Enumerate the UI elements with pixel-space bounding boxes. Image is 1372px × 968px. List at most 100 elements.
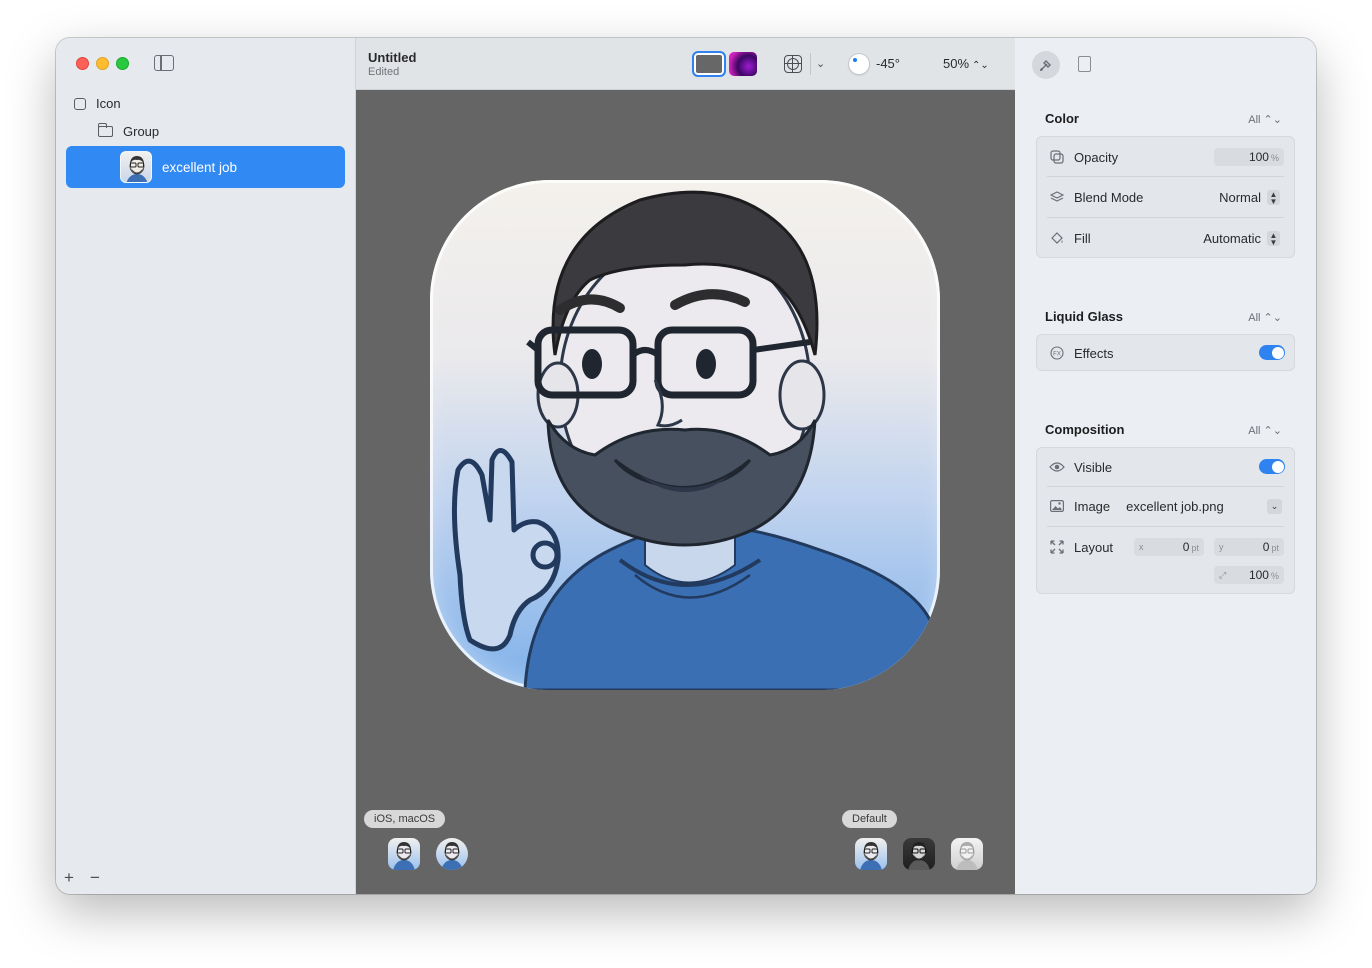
toolbar: Untitled Edited ⌄ -45° 50% ⌃⌄ bbox=[356, 38, 1015, 90]
platform-label: iOS, macOS bbox=[364, 810, 446, 828]
opacity-row: Opacity 100% bbox=[1037, 147, 1294, 167]
eye-icon bbox=[1049, 459, 1065, 475]
section-title-color: Color bbox=[1045, 111, 1079, 126]
popup-arrows-icon: ▲ ▼ bbox=[1267, 230, 1280, 246]
fill-label: Fill bbox=[1074, 230, 1091, 246]
tree-item-label: excellent job bbox=[162, 159, 238, 175]
remove-layer-button[interactable]: − bbox=[90, 868, 100, 888]
fill-popup[interactable]: Automatic ▲ ▼ bbox=[1203, 230, 1280, 246]
opacity-unit: % bbox=[1270, 153, 1279, 163]
layout-row: Layout x 0 pt y 0 pt bbox=[1037, 537, 1294, 557]
document-status: Edited bbox=[368, 66, 400, 78]
light-angle-knob[interactable] bbox=[849, 54, 869, 74]
opacity-label: Opacity bbox=[1074, 149, 1119, 165]
tree-item-group[interactable]: Group bbox=[97, 123, 160, 139]
sidebar: Icon Group excellent job + − bbox=[56, 38, 356, 894]
divider bbox=[1047, 526, 1284, 527]
fill-row: Fill Automatic ▲ ▼ bbox=[1037, 228, 1294, 248]
image-icon bbox=[1049, 498, 1065, 514]
zoom-arrows-icon: ⌃⌄ bbox=[972, 60, 989, 71]
scale-value: 100 bbox=[1248, 568, 1269, 582]
brush-icon[interactable] bbox=[1032, 51, 1060, 79]
popup-arrows-icon: ▲ ▼ bbox=[1267, 189, 1280, 205]
blend-mode-row: Blend Mode Normal ▲ ▼ bbox=[1037, 187, 1294, 207]
portrait-illustration bbox=[451, 190, 940, 690]
tree-item-layer-selected[interactable]: excellent job bbox=[66, 146, 345, 188]
preview-tinted-thumbnail[interactable] bbox=[951, 838, 983, 870]
opacity-field[interactable]: 100% bbox=[1214, 148, 1284, 166]
folder-icon bbox=[97, 123, 113, 137]
layout-scale-field[interactable]: ⤢ 100% bbox=[1214, 566, 1284, 584]
chevron-down-icon[interactable]: ⌄ bbox=[1267, 499, 1282, 514]
composition-scope-popup[interactable]: All ⌃⌄ bbox=[1248, 424, 1282, 437]
visible-toggle[interactable] bbox=[1259, 459, 1285, 474]
light-angle-value: -45° bbox=[876, 56, 900, 71]
blend-mode-value: Normal bbox=[1219, 189, 1261, 205]
opacity-icon bbox=[1049, 149, 1065, 165]
effects-toggle[interactable] bbox=[1259, 345, 1285, 360]
visible-label: Visible bbox=[1074, 459, 1113, 475]
tree-item-label: Group bbox=[123, 124, 160, 139]
fx-icon: FX bbox=[1049, 345, 1065, 361]
layers-icon bbox=[1049, 189, 1065, 205]
preview-macos-thumbnail[interactable] bbox=[436, 838, 468, 870]
divider bbox=[1047, 486, 1284, 487]
preview-dark-thumbnail[interactable] bbox=[903, 838, 935, 870]
sidebar-footer: + − bbox=[64, 868, 100, 888]
tree-item-label: Icon bbox=[96, 96, 121, 111]
image-label: Image bbox=[1074, 498, 1111, 514]
color-card: Opacity 100% Blend Mode Normal ▲ ▼ Fill … bbox=[1036, 136, 1295, 258]
background-gray-swatch[interactable] bbox=[692, 51, 726, 77]
layer-thumbnail bbox=[120, 151, 152, 183]
preview-ios-thumbnail[interactable] bbox=[388, 838, 420, 870]
document-title: Untitled bbox=[368, 50, 417, 65]
effects-label: Effects bbox=[1074, 345, 1114, 361]
x-unit: pt bbox=[1191, 543, 1199, 553]
section-title-composition: Composition bbox=[1045, 422, 1125, 437]
fill-value: Automatic bbox=[1203, 230, 1261, 246]
tree-item-icon[interactable]: Icon bbox=[74, 96, 121, 111]
blend-mode-popup[interactable]: Normal ▲ ▼ bbox=[1219, 189, 1280, 205]
effects-row: FX Effects bbox=[1037, 343, 1294, 363]
chevron-down-icon[interactable]: ⌄ bbox=[816, 57, 825, 70]
x-label: x bbox=[1139, 542, 1144, 552]
layout-y-field[interactable]: y 0 pt bbox=[1214, 538, 1284, 556]
grid-icon[interactable] bbox=[784, 55, 802, 73]
icon-preview bbox=[430, 180, 940, 690]
opacity-value: 100 bbox=[1248, 150, 1269, 164]
liquid-glass-scope-popup[interactable]: All ⌃⌄ bbox=[1248, 311, 1282, 324]
add-layer-button[interactable]: + bbox=[64, 868, 74, 888]
blend-mode-label: Blend Mode bbox=[1074, 189, 1144, 205]
layout-label: Layout bbox=[1074, 539, 1114, 555]
visible-row: Visible bbox=[1037, 457, 1294, 477]
composition-card: Visible Image excellent job.png ⌄ Layout bbox=[1036, 447, 1295, 594]
inspector-panel: Color All ⌃⌄ Opacity 100% Blend Mode Nor… bbox=[1015, 38, 1316, 894]
minimize-window-button[interactable] bbox=[96, 57, 109, 70]
image-row: Image excellent job.png ⌄ bbox=[1037, 496, 1294, 516]
app-window: Icon Group excellent job + − Untitled Ed… bbox=[56, 38, 1316, 894]
toolbar-separator bbox=[810, 53, 811, 75]
y-value: 0 bbox=[1262, 540, 1270, 554]
close-window-button[interactable] bbox=[76, 57, 89, 70]
liquid-glass-card: FX Effects bbox=[1036, 334, 1295, 371]
section-title-liquid-glass: Liquid Glass bbox=[1045, 309, 1124, 324]
scale-arrow-icon: ⤢ bbox=[1219, 570, 1227, 580]
zoom-popup[interactable]: 50% ⌃⌄ bbox=[943, 56, 989, 71]
zoom-window-button[interactable] bbox=[116, 57, 129, 70]
y-unit: pt bbox=[1271, 543, 1279, 553]
scale-unit: % bbox=[1270, 571, 1279, 581]
x-value: 0 bbox=[1182, 540, 1190, 554]
document-icon[interactable] bbox=[1078, 56, 1091, 72]
y-label: y bbox=[1219, 542, 1224, 552]
layout-x-field[interactable]: x 0 pt bbox=[1134, 538, 1204, 556]
preview-default-thumbnail[interactable] bbox=[855, 838, 887, 870]
zoom-value: 50% bbox=[943, 56, 970, 71]
color-scope-popup[interactable]: All ⌃⌄ bbox=[1248, 113, 1282, 126]
appearance-label: Default bbox=[842, 810, 897, 828]
checkbox-icon[interactable] bbox=[74, 97, 86, 110]
divider bbox=[1047, 176, 1284, 177]
sidebar-toggle-icon[interactable] bbox=[154, 55, 174, 71]
background-wallpaper-swatch[interactable] bbox=[729, 52, 757, 76]
svg-text:FX: FX bbox=[1053, 352, 1061, 358]
resize-arrows-icon bbox=[1049, 539, 1065, 555]
